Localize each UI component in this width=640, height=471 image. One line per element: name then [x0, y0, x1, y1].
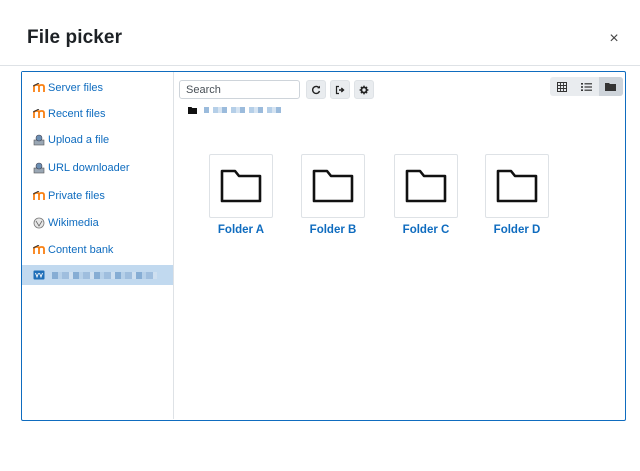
close-button[interactable]: ×	[606, 31, 622, 47]
wikimedia-icon	[33, 217, 45, 229]
folder-label[interactable]: Folder C	[394, 224, 458, 236]
breadcrumb	[188, 105, 284, 115]
moodle-icon	[33, 108, 45, 120]
redacted-breadcrumb-path[interactable]	[204, 107, 284, 113]
folder-item[interactable]: Folder B	[301, 154, 365, 236]
folder-thumbnail[interactable]	[394, 154, 458, 218]
sidebar-item-active-repository[interactable]	[22, 265, 173, 285]
folder-icon	[220, 169, 262, 203]
folder-label[interactable]: Folder A	[209, 224, 273, 236]
repository-sidebar: Server files Recent files Upload a file …	[22, 72, 174, 419]
sidebar-item-label: Private files	[48, 190, 105, 202]
icon-view-button[interactable]	[550, 77, 574, 96]
sidebar-item-recent-files[interactable]: Recent files	[22, 104, 173, 124]
moodle-icon	[33, 244, 45, 256]
search-input[interactable]	[179, 80, 300, 99]
folder-icon	[496, 169, 538, 203]
logout-icon	[335, 85, 345, 94]
sidebar-item-label: Server files	[48, 82, 104, 94]
folder-item[interactable]: Folder A	[209, 154, 273, 236]
folder-icon[interactable]	[188, 106, 197, 114]
folder-item[interactable]: Folder D	[485, 154, 549, 236]
refresh-icon	[311, 85, 321, 94]
logout-button[interactable]	[330, 80, 350, 99]
file-picker-panel: Server files Recent files Upload a file …	[21, 71, 626, 421]
folder-thumbnail[interactable]	[485, 154, 549, 218]
url-icon	[33, 162, 45, 174]
folder-icon	[405, 169, 447, 203]
redacted-repository-name	[52, 271, 157, 279]
refresh-button[interactable]	[306, 80, 326, 99]
sidebar-item-label: Recent files	[48, 108, 106, 120]
sidebar-item-label: Upload a file	[48, 134, 110, 146]
sidebar-item-content-bank[interactable]: Content bank	[22, 240, 173, 260]
sidebar-item-server-files[interactable]: Server files	[22, 78, 173, 98]
tree-view-button[interactable]	[598, 77, 623, 96]
view-switcher	[550, 77, 623, 96]
folder-thumbnail[interactable]	[209, 154, 273, 218]
sidebar-item-url-downloader[interactable]: URL downloader	[22, 158, 173, 178]
close-icon: ×	[609, 30, 619, 47]
dialog-header: File picker ×	[0, 0, 640, 66]
folder-label[interactable]: Folder D	[485, 224, 549, 236]
sidebar-item-label: Wikimedia	[48, 217, 99, 229]
moodle-icon	[33, 190, 45, 202]
sidebar-item-upload-a-file[interactable]: Upload a file	[22, 130, 173, 150]
tree-view-icon	[605, 83, 617, 91]
sidebar-item-label: URL downloader	[48, 162, 130, 174]
dialog-title: File picker	[27, 27, 123, 48]
folder-item[interactable]: Folder C	[394, 154, 458, 236]
icon-view-icon	[557, 81, 568, 92]
upload-icon	[33, 134, 45, 146]
list-view-button[interactable]	[574, 77, 598, 96]
settings-icon	[359, 85, 369, 94]
folder-label[interactable]: Folder B	[301, 224, 365, 236]
folder-thumbnail[interactable]	[301, 154, 365, 218]
sidebar-item-wikimedia[interactable]: Wikimedia	[22, 213, 173, 233]
folder-icon	[312, 169, 354, 203]
repository-icon	[33, 269, 45, 281]
settings-button[interactable]	[354, 80, 374, 99]
moodle-icon	[33, 82, 45, 94]
list-view-icon	[580, 82, 592, 91]
sidebar-item-private-files[interactable]: Private files	[22, 186, 173, 206]
sidebar-item-label: Content bank	[48, 244, 114, 256]
